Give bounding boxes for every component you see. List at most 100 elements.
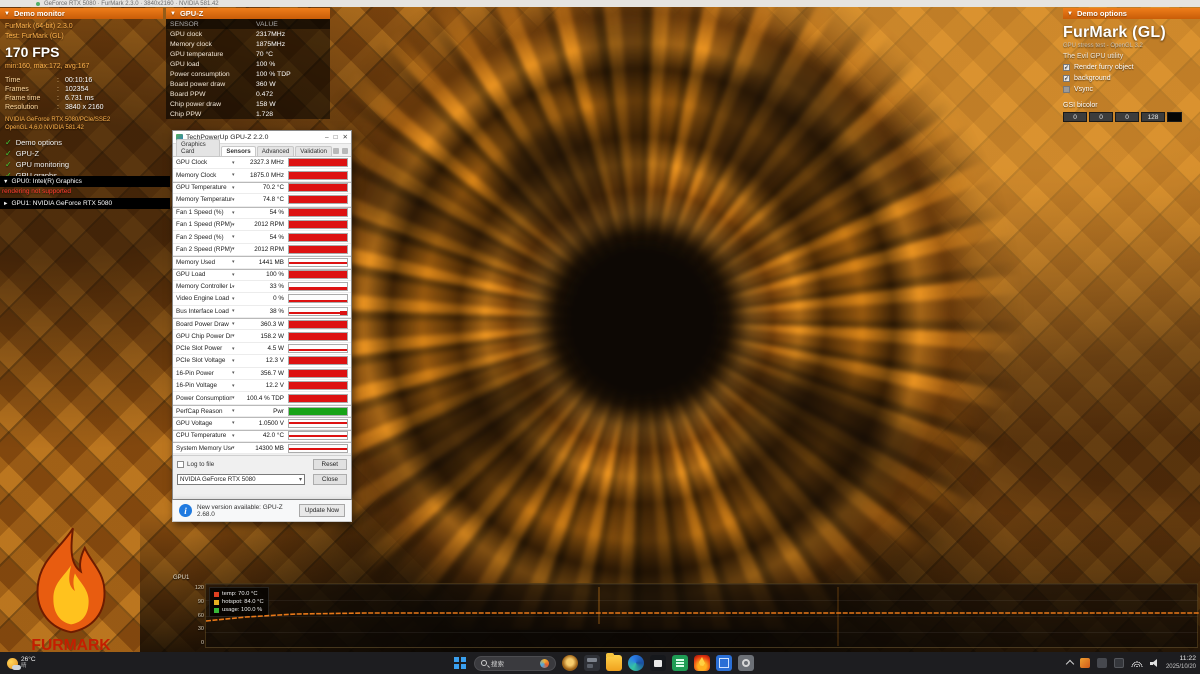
sensor-row[interactable]: CPU Temperature▾42.0 °C (173, 430, 351, 442)
sensor-row[interactable]: PCIe Slot Power▾4.5 W (173, 343, 351, 355)
furmark-logo: FURMARK (22, 526, 120, 658)
close-button[interactable]: Close (313, 474, 347, 485)
search-input[interactable]: 搜索 (474, 656, 556, 671)
tray-app-icon[interactable] (1080, 658, 1090, 668)
taskbar-edge-icon[interactable] (628, 655, 644, 671)
demo-options-header[interactable]: ▼ Demo options (1063, 8, 1200, 19)
update-now-button[interactable]: Update Now (299, 504, 345, 517)
refresh-icon[interactable] (342, 148, 348, 154)
volume-icon[interactable] (1150, 659, 1159, 667)
sensor-row[interactable]: System Memory Used▾14300 MB (173, 442, 351, 454)
gsi-value-input[interactable]: 128 (1141, 112, 1165, 122)
sensor-row[interactable]: Memory Used▾1441 MB (173, 256, 351, 268)
chevron-down-icon: ▾ (232, 222, 240, 228)
sensor-graph (288, 344, 348, 353)
taskbar-furmark-icon[interactable] (694, 655, 710, 671)
sensor-row[interactable]: 16-Pin Power▾356.7 W (173, 368, 351, 380)
sensor-row[interactable]: Video Engine Load▾0 % (173, 293, 351, 305)
furmark-gl-subtitle: GPU stress test - OpenGL 3.2 (1063, 43, 1200, 49)
minimize-button[interactable]: – (325, 133, 329, 142)
sensor-row[interactable]: Memory Controller Load▾33 % (173, 281, 351, 293)
osd-gpu-name: NVIDIA GeForce RTX 5080/PCIe/SSE2 (5, 116, 170, 124)
gpuz-sensor-list: GPU Clock▾2327.3 MHzMemory Clock▾1875.0 … (173, 157, 351, 454)
log-to-file-checkbox[interactable]: Log to file (177, 461, 214, 468)
taskbar-widgets-icon[interactable] (584, 655, 600, 671)
sensor-graph (288, 282, 348, 291)
option-checkbox-background[interactable]: ✓background (1063, 75, 1200, 82)
gpuz-osd-row: Board power draw360 W (166, 79, 330, 89)
tab-graphics-card[interactable]: Graphics Card (176, 139, 220, 156)
sensor-row[interactable]: GPU Temperature▾70.2 °C (173, 182, 351, 194)
demo-monitor-header[interactable]: ▼ Demo monitor (0, 8, 163, 19)
tray-app-icon[interactable] (1097, 658, 1107, 668)
taskbar-gpuz-icon[interactable] (716, 655, 732, 671)
taskbar-store-icon[interactable] (650, 655, 666, 671)
tab-sensors[interactable]: Sensors (221, 146, 255, 156)
camera-icon[interactable] (333, 148, 339, 154)
chevron-down-icon: ▾ (232, 197, 240, 203)
collapse-arrow-icon: ▼ (170, 11, 176, 17)
chevron-down-icon: ▾ (232, 408, 240, 414)
osd-toggle-gpu-z[interactable]: ✓GPU-Z (5, 148, 170, 159)
sensor-row[interactable]: Power Consumption (%)▾100.4 % TDP (173, 392, 351, 404)
gpu-select-dropdown[interactable]: NVIDIA GeForce RTX 5080 ▾ (177, 474, 305, 485)
option-checkbox-vsync[interactable]: Vsync (1063, 86, 1200, 93)
checkbox-icon: ✓ (1063, 64, 1070, 71)
chevron-down-icon: ▾ (232, 333, 240, 339)
gpu1-bar[interactable]: ► GPU1: NVIDIA GeForce RTX 5080 (0, 198, 170, 209)
sensor-row[interactable]: GPU Load▾100 % (173, 269, 351, 281)
sensor-row[interactable]: GPU Voltage▾1.0500 V (173, 417, 351, 429)
gsi-color-swatch[interactable] (1167, 112, 1182, 122)
sensor-row[interactable]: Fan 2 Speed (RPM)▾2012 RPM (173, 244, 351, 256)
taskbar-clock[interactable]: 11:222025/10/20 (1166, 655, 1196, 671)
weather-icon (7, 658, 18, 669)
gsi-value-input[interactable]: 0 (1115, 112, 1139, 122)
sensor-row[interactable]: Memory Temperature▾74.8 °C (173, 194, 351, 206)
taskbar-task-view-icon[interactable] (562, 655, 578, 671)
gpu-graph-panel: 1209060300 temp: 70.0 °Chotspot: 84.0 °C… (205, 583, 1198, 648)
sensor-row[interactable]: Fan 1 Speed (RPM)▾2012 RPM (173, 219, 351, 231)
gpuz-osd-row: GPU temperature70 °C (166, 49, 330, 59)
option-checkbox-render-furry-object[interactable]: ✓Render furry object (1063, 64, 1200, 71)
chevron-down-icon: ▾ (232, 445, 240, 451)
wifi-icon[interactable] (1131, 660, 1143, 667)
maximize-button[interactable]: □ (334, 133, 338, 142)
sensor-graph (288, 183, 348, 192)
sensor-row[interactable]: Memory Clock▾1875.0 MHz (173, 169, 351, 181)
sensor-row[interactable]: Bus Interface Load▾38 % (173, 306, 351, 318)
search-label: 搜索 (491, 658, 536, 668)
close-window-button[interactable]: ✕ (343, 133, 348, 142)
sensor-graph (288, 158, 348, 167)
osd-toggle-demo-options[interactable]: ✓Demo options (5, 137, 170, 148)
taskbar-settings-icon[interactable] (738, 655, 754, 671)
gpuz-osd-header[interactable]: ▼ GPU-Z (166, 8, 330, 19)
gsi-value-input[interactable]: 0 (1063, 112, 1087, 122)
sensor-row[interactable]: GPU Chip Power Draw▾158.2 W (173, 330, 351, 342)
gpu0-bar[interactable]: ▼ GPU0: Intel(R) Graphics (0, 176, 170, 187)
sensor-row[interactable]: Fan 2 Speed (%)▾54 % (173, 231, 351, 243)
sensor-row[interactable]: PerfCap Reason▾Pwr (173, 405, 351, 417)
taskbar-file-explorer-icon[interactable] (606, 655, 622, 671)
sensor-row[interactable]: Board Power Draw▾360.3 W (173, 318, 351, 330)
taskbar-notes-icon[interactable] (672, 655, 688, 671)
checkbox-icon: ✓ (1063, 75, 1070, 82)
osd-toggle-gpu-monitoring[interactable]: ✓GPU monitoring (5, 159, 170, 170)
tab-validation[interactable]: Validation (295, 146, 332, 156)
reset-button[interactable]: Reset (313, 459, 347, 470)
gsi-value-input[interactable]: 0 (1089, 112, 1113, 122)
start-button-icon[interactable] (452, 655, 468, 671)
sensor-row[interactable]: Fan 1 Speed (%)▾54 % (173, 207, 351, 219)
tab-advanced[interactable]: Advanced (257, 146, 295, 156)
tray-chevron-up-icon[interactable] (1066, 660, 1074, 668)
tray-app-icon[interactable] (1114, 658, 1124, 668)
sensor-graph (288, 294, 348, 303)
sensor-row[interactable]: PCIe Slot Voltage▾12.3 V (173, 355, 351, 367)
graph-gpu-label: GPU1 (173, 575, 189, 581)
chevron-down-icon: ▾ (232, 272, 240, 278)
sensor-row[interactable]: 16-Pin Voltage▾12.2 V (173, 380, 351, 392)
furmark-gl-title: FurMark (GL) (1063, 24, 1200, 42)
weather-widget[interactable]: 26°C 晴 (3, 652, 40, 674)
chevron-down-icon: ▾ (232, 433, 240, 439)
sensor-row[interactable]: GPU Clock▾2327.3 MHz (173, 157, 351, 169)
sensor-graph (288, 208, 348, 217)
